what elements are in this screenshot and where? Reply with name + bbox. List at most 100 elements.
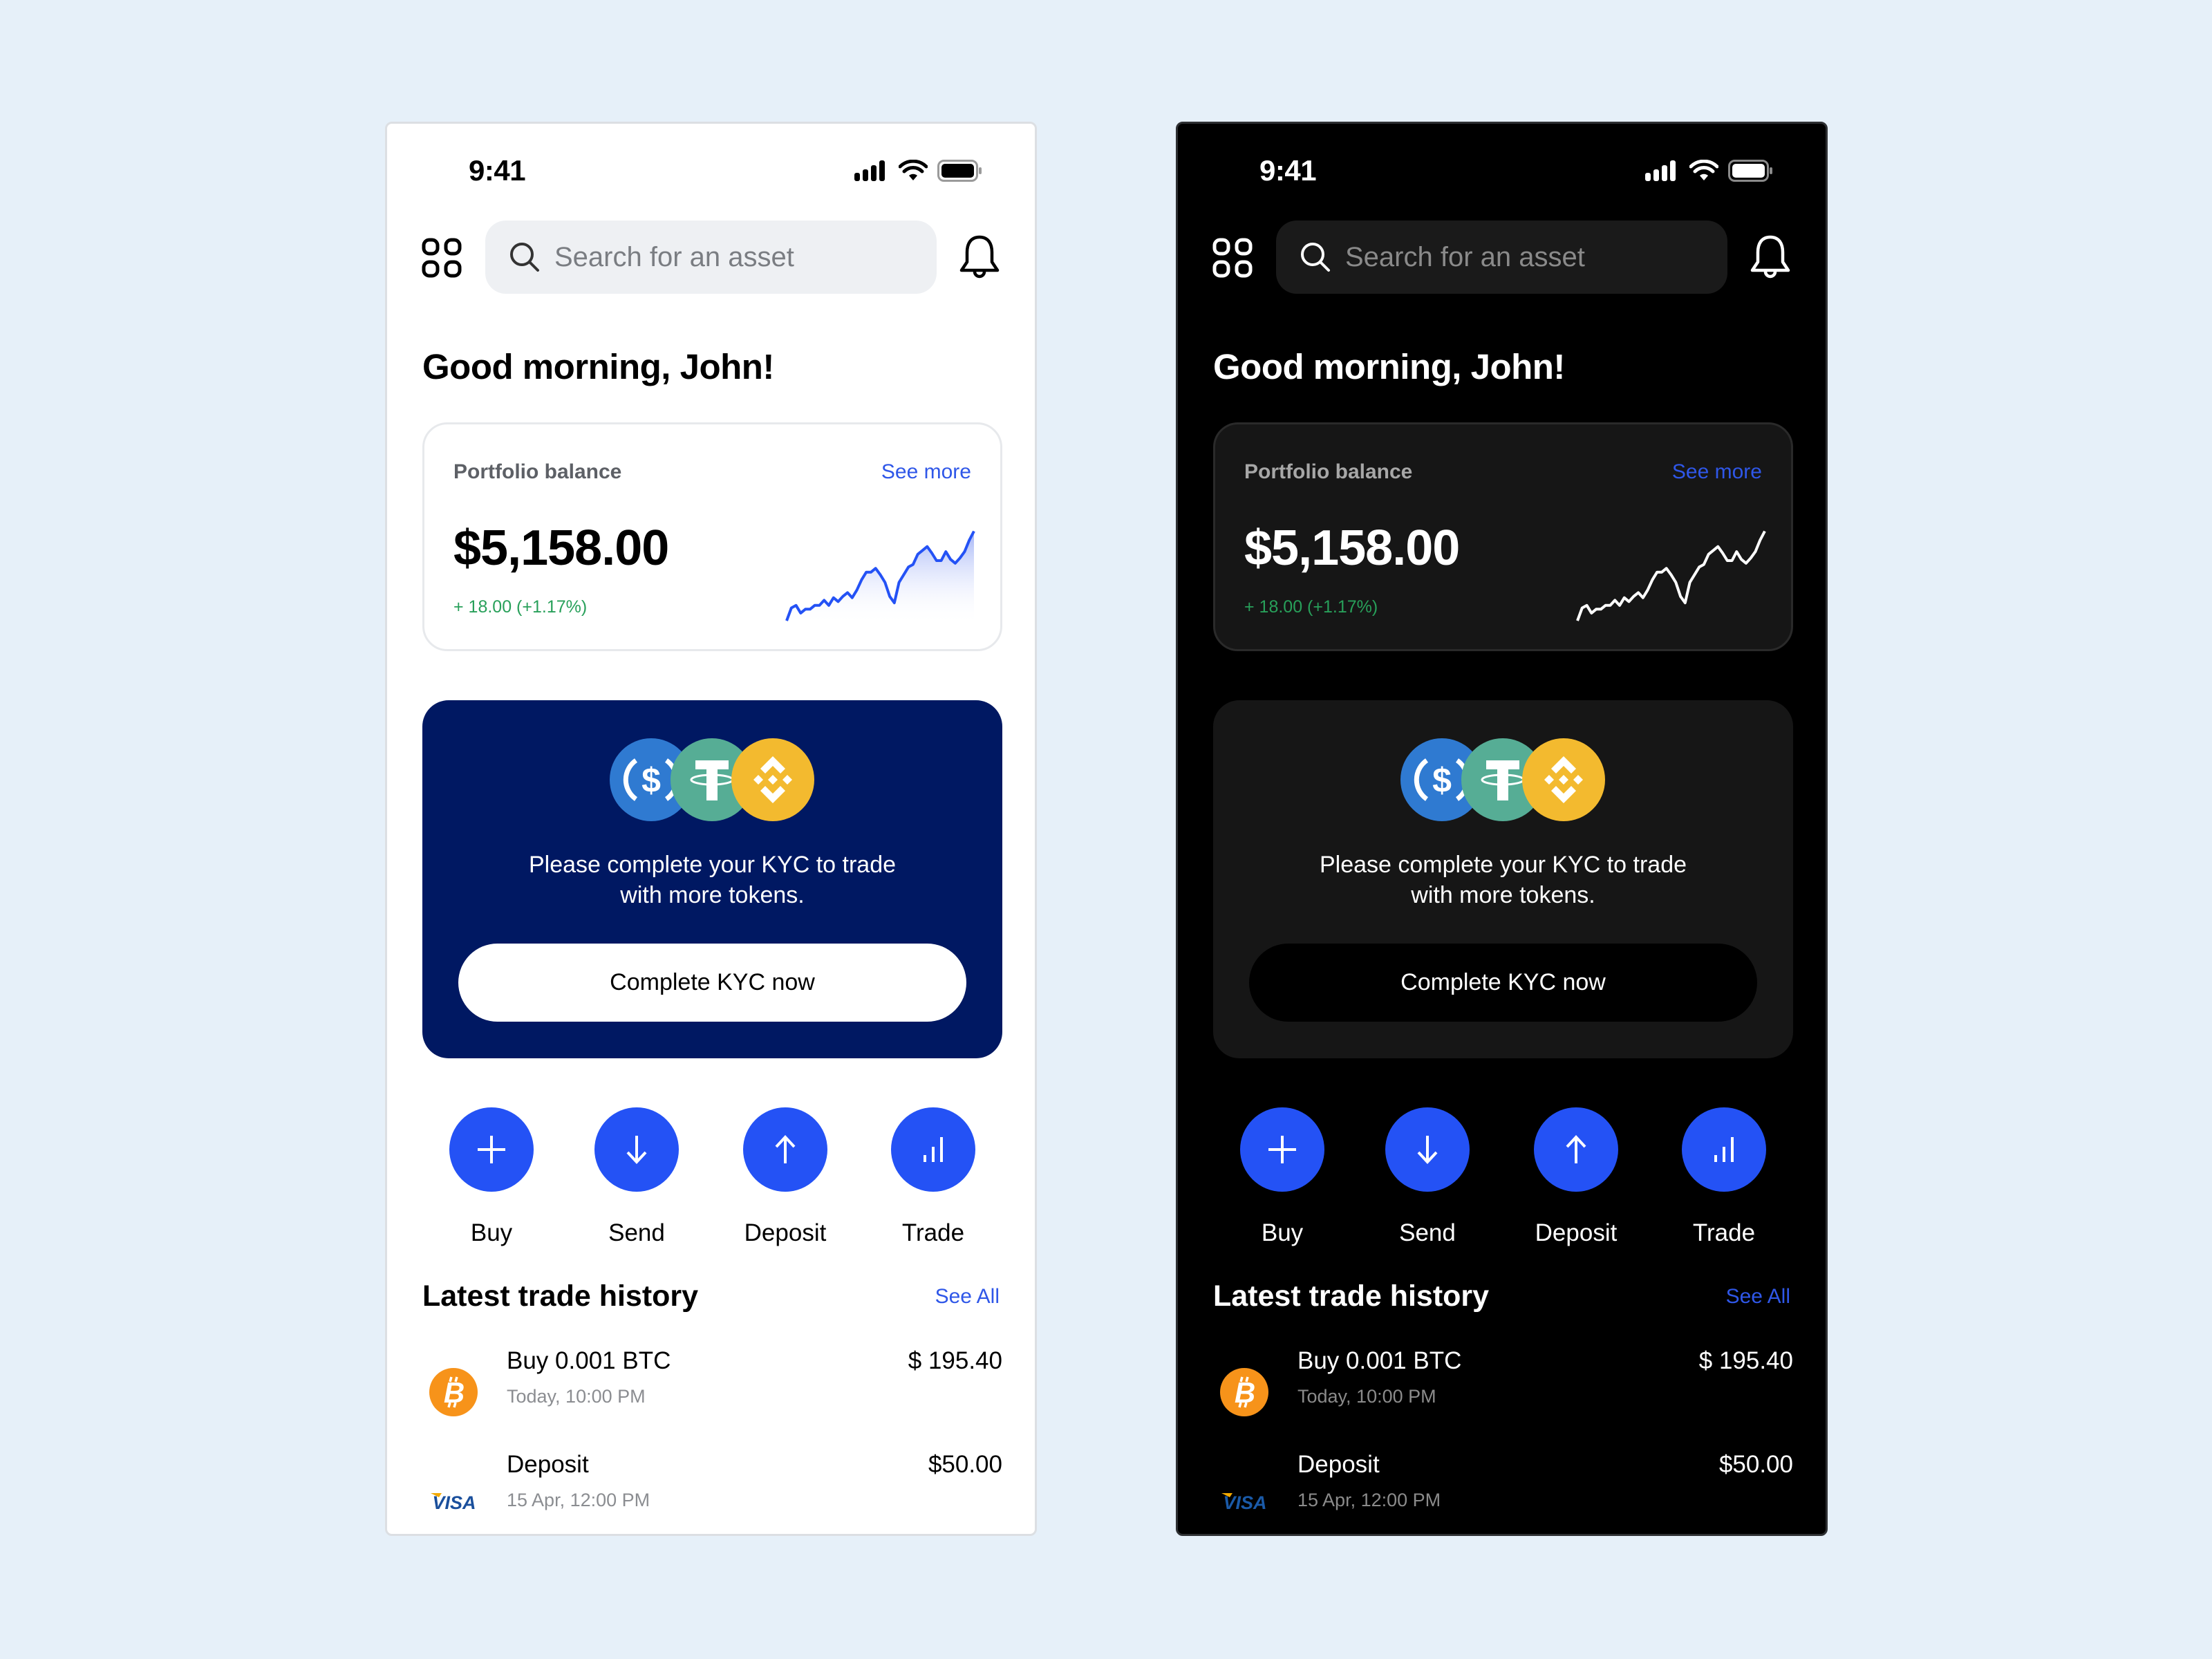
- portfolio-sparkline: [1576, 530, 1766, 621]
- action-buy[interactable]: Buy: [1227, 1107, 1338, 1247]
- trade-history-title: Latest trade history: [422, 1280, 699, 1313]
- greeting: Good morning, John!: [422, 347, 774, 386]
- action-label: Buy: [470, 1219, 513, 1246]
- trade-button[interactable]: [891, 1107, 975, 1192]
- plus-icon: [1268, 1136, 1296, 1163]
- action-deposit[interactable]: Deposit: [1521, 1107, 1631, 1247]
- send-button[interactable]: [594, 1107, 679, 1192]
- trade-time: 15 Apr, 12:00 PM: [507, 1490, 650, 1510]
- cellular-signal-icon: [1645, 160, 1676, 181]
- arrow-up-icon: [1566, 1135, 1586, 1163]
- search-icon: [510, 243, 539, 272]
- wifi-icon: [899, 160, 928, 180]
- see-more-link[interactable]: See more: [881, 460, 971, 484]
- wifi-icon: [1689, 160, 1718, 180]
- sparkline-line: [1576, 530, 1766, 621]
- see-all-link[interactable]: See All: [935, 1285, 1000, 1309]
- plus-icon: [478, 1136, 505, 1163]
- complete-kyc-button[interactable]: Complete KYC now: [458, 944, 966, 1022]
- action-label: Trade: [901, 1219, 965, 1246]
- trade-time: Today, 10:00 PM: [507, 1386, 646, 1407]
- action-send[interactable]: Send: [581, 1107, 692, 1247]
- buy-button[interactable]: [1240, 1107, 1324, 1192]
- visa-icon: VISA: [1221, 1492, 1267, 1513]
- arrow-down-icon: [1417, 1136, 1438, 1164]
- svg-text:$: $: [1432, 761, 1452, 800]
- buy-button[interactable]: [449, 1107, 534, 1192]
- action-trade[interactable]: Trade: [1669, 1107, 1779, 1247]
- bell-icon[interactable]: [1748, 234, 1792, 283]
- portfolio-card: Portfolio balance See more $5,158.00 + 1…: [1213, 422, 1793, 651]
- status-time: 9:41: [1259, 154, 1317, 187]
- bnb-icon: [1522, 738, 1605, 821]
- kyc-message: Please complete your KYC to trade with m…: [1213, 850, 1793, 910]
- action-label: Trade: [1692, 1219, 1756, 1246]
- status-icons: [854, 160, 983, 182]
- svg-text:$: $: [641, 761, 661, 800]
- kyc-message-line: with more tokens.: [620, 882, 805, 908]
- trade-time: Today, 10:00 PM: [1297, 1386, 1436, 1407]
- kyc-message-line: Please complete your KYC to trade: [1319, 852, 1687, 878]
- trade-time: 15 Apr, 12:00 PM: [1297, 1490, 1441, 1510]
- grid-icon[interactable]: [1212, 238, 1253, 278]
- trade-title: Deposit: [507, 1451, 589, 1478]
- portfolio-label: Portfolio balance: [1244, 460, 1413, 483]
- token-icons: $: [610, 738, 814, 821]
- trade-amount: $50.00: [1718, 1451, 1793, 1478]
- send-button[interactable]: [1385, 1107, 1470, 1192]
- battery-icon: [1728, 160, 1772, 182]
- search-input[interactable]: Search for an asset: [485, 221, 937, 294]
- portfolio-change: + 18.00 (+1.17%): [1244, 597, 1378, 617]
- grid-icon[interactable]: [422, 238, 462, 278]
- search-placeholder: Search for an asset: [554, 241, 794, 272]
- trade-title: Deposit: [1297, 1451, 1380, 1478]
- trade-button[interactable]: [1682, 1107, 1766, 1192]
- trade-title: Buy 0.001 BTC: [507, 1347, 671, 1374]
- see-more-link[interactable]: See more: [1672, 460, 1762, 484]
- kyc-message-line: with more tokens.: [1411, 882, 1595, 908]
- bar-chart-icon: [1714, 1137, 1734, 1162]
- battery-icon: [937, 160, 982, 182]
- search-placeholder: Search for an asset: [1345, 241, 1585, 272]
- sparkline-area: [787, 531, 974, 625]
- action-label: Buy: [1261, 1219, 1304, 1246]
- search-icon: [1301, 243, 1330, 272]
- trade-amount: $ 195.40: [1698, 1347, 1793, 1374]
- bitcoin-icon: B: [429, 1368, 478, 1416]
- portfolio-change: + 18.00 (+1.17%): [453, 597, 588, 617]
- deposit-button[interactable]: [743, 1107, 827, 1192]
- greeting: Good morning, John!: [1213, 347, 1565, 386]
- action-label: Send: [1399, 1219, 1456, 1246]
- bell-icon[interactable]: [957, 234, 1002, 283]
- trade-history-title: Latest trade history: [1213, 1280, 1490, 1313]
- trade-row[interactable]: B Buy 0.001 BTC Today, 10:00 PM $ 195.40: [422, 1347, 1002, 1437]
- deposit-button[interactable]: [1534, 1107, 1618, 1192]
- portfolio-card: Portfolio balance See more $5,158.00 + 1…: [422, 422, 1002, 651]
- trade-amount: $50.00: [928, 1451, 1002, 1478]
- kyc-banner: $ Please complete your KYC to trade with…: [422, 700, 1002, 1058]
- action-deposit[interactable]: Deposit: [730, 1107, 841, 1247]
- trade-row[interactable]: B Buy 0.001 BTC Today, 10:00 PM $ 195.40: [1213, 1347, 1793, 1437]
- search-input[interactable]: Search for an asset: [1276, 221, 1727, 294]
- phone-screen-dark: 9:41 Search for an asset Good morning, J…: [1176, 122, 1828, 1536]
- phone-screen-light: 9:41 Search for an asset Good morning, J…: [385, 122, 1037, 1536]
- action-send[interactable]: Send: [1372, 1107, 1483, 1247]
- action-label: Deposit: [744, 1219, 827, 1246]
- trade-title: Buy 0.001 BTC: [1297, 1347, 1462, 1374]
- action-trade[interactable]: Trade: [878, 1107, 988, 1247]
- portfolio-label: Portfolio balance: [453, 460, 622, 483]
- trade-amount: $ 195.40: [908, 1347, 1002, 1374]
- complete-kyc-button[interactable]: Complete KYC now: [1249, 944, 1757, 1022]
- token-icons: $: [1400, 738, 1605, 821]
- portfolio-sparkline: [785, 530, 975, 625]
- kyc-message-line: Please complete your KYC to trade: [528, 852, 897, 878]
- portfolio-balance: $5,158.00: [1244, 521, 1460, 576]
- see-all-link[interactable]: See All: [1726, 1285, 1790, 1309]
- cellular-signal-icon: [854, 160, 885, 181]
- trade-row[interactable]: VISA Deposit 15 Apr, 12:00 PM $50.00: [422, 1451, 1002, 1534]
- action-buy[interactable]: Buy: [436, 1107, 547, 1247]
- status-icons: [1645, 160, 1774, 182]
- bnb-icon: [731, 738, 814, 821]
- trade-row[interactable]: VISA Deposit 15 Apr, 12:00 PM $50.00: [1213, 1451, 1793, 1534]
- action-label: Send: [608, 1219, 665, 1246]
